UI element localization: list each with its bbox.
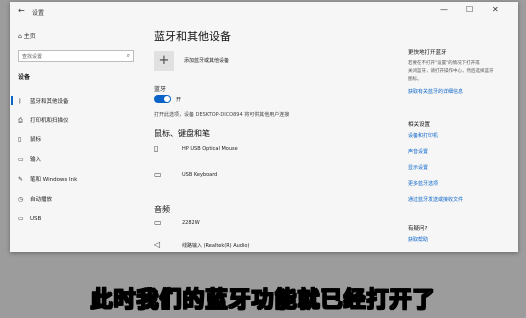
video-subtitle: 此时我们的蓝牙功能就已经打开了 xyxy=(90,288,436,314)
device-item[interactable]: ▭ 2282W xyxy=(154,218,384,232)
related-settings-title: 相关设置 xyxy=(408,122,431,128)
keyboard-icon: ▭ xyxy=(154,170,162,179)
device-name: 线路输入 (Realtek(R) Audio) xyxy=(182,243,250,249)
maximize-button[interactable]: ☐ xyxy=(466,5,473,14)
related-link[interactable]: 显示设置 xyxy=(408,164,428,171)
sidebar-item-input[interactable]: ▭ 输入 xyxy=(18,155,41,163)
search-placeholder: 查找设置 xyxy=(22,54,43,60)
section-audio: 音频 xyxy=(154,205,170,214)
search-icon: ⌕ xyxy=(126,52,130,59)
section-input-devices: 鼠标、键盘和笔 xyxy=(154,129,210,138)
sidebar-item-label: 蓝牙和其他设备 xyxy=(30,99,69,105)
keyboard-icon: ▭ xyxy=(18,156,24,163)
faster-bluetooth-text: 图标。 xyxy=(408,77,422,82)
home-label: 主页 xyxy=(23,33,36,40)
help-title: 有疑问? xyxy=(408,226,428,232)
mouse-icon: ▯ xyxy=(154,144,159,153)
faster-bluetooth-text: 关闭蓝牙，请打开操作中心，然后选择蓝牙 xyxy=(408,69,494,74)
settings-window: ← 设置 — ☐ ✕ ⌂ 主页 查找设置 ⌕ 设备 ᛒ 蓝牙和其他设备 ⎙ 打印机和扫… xyxy=(10,2,518,252)
autoplay-icon: ◷ xyxy=(18,196,24,203)
device-item[interactable]: ◁ 线路输入 (Realtek(R) Audio) xyxy=(154,240,384,252)
sidebar-item-pen[interactable]: ✎ 笔和 Windows Ink xyxy=(18,175,77,183)
pen-icon: ✎ xyxy=(18,176,24,183)
printer-icon: ⎙ xyxy=(18,117,23,124)
sidebar-item-label: USB xyxy=(30,216,42,222)
device-name: USB Keyboard xyxy=(182,172,218,178)
sidebar-item-mouse[interactable]: ▯ 鼠标 xyxy=(18,135,41,143)
sidebar-item-bluetooth[interactable]: ᛒ 蓝牙和其他设备 xyxy=(18,97,69,105)
related-link[interactable]: 通过蓝牙发送或接收文件 xyxy=(408,196,463,203)
main-panel: 蓝牙和其他设备 + 添加蓝牙或其他设备 蓝牙 开 打开此选项，设备 DESKTO… xyxy=(154,24,394,252)
sidebar-item-usb[interactable]: ▭ USB xyxy=(18,215,41,222)
window-title: 设置 xyxy=(32,10,45,17)
device-name: HP USB Optical Mouse xyxy=(182,146,238,152)
sidebar-item-label: 输入 xyxy=(30,157,42,163)
related-link[interactable]: 设备和打印机 xyxy=(408,132,438,139)
related-panel: 更快地打开蓝牙 若要在不打开"设置"的情况下打开或 关闭蓝牙，请打开操作中心，然… xyxy=(408,24,512,252)
page-title: 蓝牙和其他设备 xyxy=(154,30,231,43)
bluetooth-label: 蓝牙 xyxy=(154,86,167,93)
sidebar-section-devices: 设备 xyxy=(18,74,31,81)
related-link[interactable]: 声音设置 xyxy=(408,148,428,155)
plus-icon: + xyxy=(158,53,170,68)
close-button[interactable]: ✕ xyxy=(492,5,499,14)
bluetooth-state: 开 xyxy=(176,97,182,103)
sidebar: ⌂ 主页 查找设置 ⌕ 设备 ᛒ 蓝牙和其他设备 ⎙ 打印机和扫描仪 ▯ 鼠标 ▭ 输入 … xyxy=(10,24,144,252)
bluetooth-icon: ᛒ xyxy=(18,98,22,105)
device-name: 2282W xyxy=(182,220,200,226)
add-device-label[interactable]: 添加蓝牙或其他设备 xyxy=(184,57,229,64)
minimize-button[interactable]: — xyxy=(440,5,448,14)
back-arrow-icon[interactable]: ← xyxy=(18,6,25,15)
sidebar-item-label: 笔和 Windows Ink xyxy=(30,177,78,183)
sidebar-item-label: 自动播放 xyxy=(30,197,53,203)
help-link[interactable]: 获取帮助 xyxy=(408,236,428,243)
home-icon: ⌂ xyxy=(18,33,22,40)
bluetooth-info-link[interactable]: 获取有关蓝牙的详细信息 xyxy=(408,88,463,95)
search-input[interactable]: 查找设置 ⌕ xyxy=(18,50,134,62)
add-device-button[interactable]: + xyxy=(154,51,174,71)
faster-bluetooth-title: 更快地打开蓝牙 xyxy=(408,50,447,56)
sidebar-item-label: 打印机和扫描仪 xyxy=(30,118,69,124)
toggle-knob xyxy=(164,96,170,102)
faster-bluetooth-text: 若要在不打开"设置"的情况下打开或 xyxy=(408,61,480,66)
device-item[interactable]: ▭ USB Keyboard xyxy=(154,170,384,184)
usb-icon: ▭ xyxy=(18,215,24,222)
active-indicator xyxy=(11,96,13,105)
device-item[interactable]: ▯ HP USB Optical Mouse xyxy=(154,144,384,158)
sidebar-item-label: 鼠标 xyxy=(30,137,42,143)
discoverable-text: 打开此选项，设备 DESKTOP-DICO894 将可供其他用户连接 xyxy=(154,112,290,118)
related-link[interactable]: 更多蓝牙选项 xyxy=(408,180,438,187)
title-bar: ← 设置 — ☐ ✕ xyxy=(10,2,518,24)
sidebar-item-autoplay[interactable]: ◷ 自动播放 xyxy=(18,195,52,203)
home-link[interactable]: ⌂ 主页 xyxy=(18,31,36,40)
monitor-icon: ▭ xyxy=(154,218,162,227)
sidebar-item-printers[interactable]: ⎙ 打印机和扫描仪 xyxy=(18,116,69,125)
speaker-icon: ◁ xyxy=(154,240,161,249)
bluetooth-toggle[interactable] xyxy=(154,95,171,103)
mouse-icon: ▯ xyxy=(18,136,22,143)
